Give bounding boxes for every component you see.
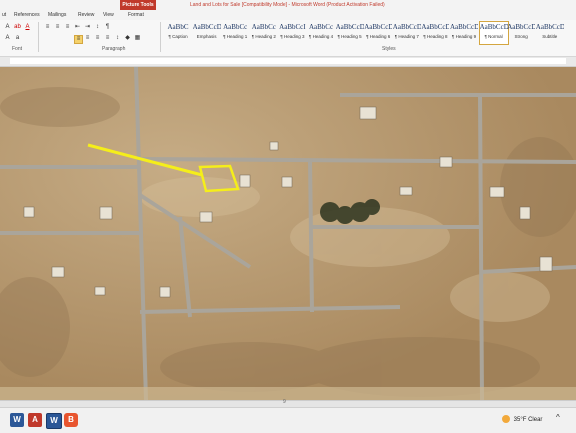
increase-indent-icon[interactable]: ⇥ [84,24,91,31]
borders-icon[interactable]: ▦ [134,35,141,42]
line-spacing-icon[interactable]: ↕ [114,35,121,42]
style-sample: AaBbCcDa [364,23,393,31]
style-name: ¶ Heading 7 [394,34,419,39]
document-title: Land and Lots for Sale [Compatibility Mo… [190,2,385,8]
style-sample: AaBbC [167,23,189,31]
horizontal-scrollbar[interactable]: 9 [0,399,576,407]
change-case-icon[interactable]: A [4,24,11,31]
moon-icon [502,415,510,424]
styles-group-label: Styles [382,46,396,52]
style-name: ¶ Heading 9 [451,34,477,39]
style-name: ¶ Heading 1 [223,34,248,39]
style-sample: AaBbCcDa [450,23,478,31]
style-name: ¶ Heading 3 [280,34,305,39]
style-sample: AaBbCcDa [392,23,421,31]
divider [160,22,161,52]
tab-view[interactable]: View [103,10,114,20]
style-name: Subtitle [542,34,558,39]
style-name: ¶ Heading 8 [423,34,448,39]
shading-icon[interactable]: ◆ [124,35,131,42]
acrobat-icon[interactable]: A [28,413,42,427]
page-marker: 9 [283,399,286,405]
aerial-map-image[interactable] [0,67,576,400]
word-icon[interactable]: W [10,413,24,427]
style-name: Strong [514,34,528,39]
weather-temp: 35°F [513,417,527,423]
bullets-icon[interactable]: ≡ [44,24,51,31]
style-sample: AaBbCcDa [335,23,364,31]
style-emphasis[interactable]: AaBbCcDa Emphasis [193,22,221,44]
style-sample: AaBbCc [223,23,248,31]
style-heading-2[interactable]: AaBbCc ¶ Heading 2 [250,22,278,44]
align-center-icon[interactable]: ≡ [84,35,91,42]
paragraph-group-label: Paragraph [102,46,126,52]
word-doc-icon[interactable]: W [46,413,62,429]
style-sample: AaBbCcDa [535,23,564,31]
title-bar: Picture Tools Land and Lots for Sale [Co… [0,0,576,10]
weather-desc: Clear [528,417,543,423]
ruler-track [10,58,566,64]
multilevel-list-icon[interactable]: ≡ [64,24,71,31]
style-heading-6[interactable]: AaBbCcDa ¶ Heading 6 [364,22,392,44]
style-name: ¶ Heading 2 [251,34,276,39]
style-sample: AaBbCcDa [192,23,221,31]
chevron-up-icon[interactable]: ^ [556,413,560,422]
style-sample: AaBbCcDa [507,23,536,31]
tab-layout[interactable]: ut [2,10,6,20]
align-left-icon[interactable]: ≡ [74,35,83,44]
style-name: ¶ Caption [168,34,188,39]
style-sample: AaBbCcDa [421,23,450,31]
tab-format[interactable]: Format [128,10,144,20]
style-heading-3[interactable]: AaBbCcI ¶ Heading 3 [278,22,306,44]
style-name: ¶ Heading 6 [366,34,391,39]
style-heading-8[interactable]: AaBbCcDa ¶ Heading 8 [421,22,449,44]
style-heading-4[interactable]: AaBbCc ¶ Heading 4 [307,22,335,44]
tab-references[interactable]: References [14,10,40,20]
font-color-icon[interactable]: A [24,24,31,31]
style-normal[interactable]: AaBbCcDa ¶ Normal [478,21,509,45]
shrink-font-icon[interactable]: a [14,35,21,42]
decrease-indent-icon[interactable]: ⇤ [74,24,81,31]
highlight-icon[interactable]: ab [14,24,21,31]
ribbon-tabs: ut References Mailings Review View Forma… [0,10,576,20]
style-strong[interactable]: AaBbCcDa Strong [507,22,535,44]
grow-font-icon[interactable]: A [4,35,11,42]
font-group-label: Font [12,46,23,52]
justify-icon[interactable]: ≡ [104,35,111,42]
style-sample: AaBbCcDa [479,23,508,31]
style-heading-9[interactable]: AaBbCcDa ¶ Heading 9 [450,22,478,44]
style-subtitle[interactable]: AaBbCcDa Subtitle [536,22,564,44]
style-heading-5[interactable]: AaBbCcDa ¶ Heading 5 [336,22,364,44]
sort-icon[interactable]: ↕ [94,24,101,31]
style-sample: AaBbCc [251,23,276,31]
horizontal-ruler[interactable] [0,57,576,67]
brave-icon[interactable]: B [64,413,78,427]
style-name: Emphasis [196,34,217,39]
style-name: ¶ Heading 5 [337,34,362,39]
show-marks-icon[interactable]: ¶ [104,24,111,31]
ribbon: A ab A A a Font ≡ ≡ ≡ ⇤ ⇥ ↕ ¶ ≡ ≡ ≡ ≡ ↕ … [0,20,576,57]
picture-tools-tab[interactable]: Picture Tools [120,0,156,10]
style-heading-1[interactable]: AaBbCc ¶ Heading 1 [221,22,249,44]
style-sample: AaBbCc [308,23,334,31]
style-heading-7[interactable]: AaBbCcDa ¶ Heading 7 [393,22,421,44]
weather-widget[interactable]: 35°F Clear [502,413,542,427]
satellite-image [0,67,576,400]
style-name: ¶ Heading 4 [308,34,334,39]
tab-review[interactable]: Review [78,10,94,20]
style-sample: AaBbCcI [279,23,306,31]
align-right-icon[interactable]: ≡ [94,35,101,42]
style-caption[interactable]: AaBbC ¶ Caption [164,22,192,44]
taskbar: W A W B 35°F Clear ^ [0,407,576,433]
numbering-icon[interactable]: ≡ [54,24,61,31]
divider [38,22,39,52]
tab-mailings[interactable]: Mailings [48,10,66,20]
style-name: ¶ Normal [484,34,503,39]
